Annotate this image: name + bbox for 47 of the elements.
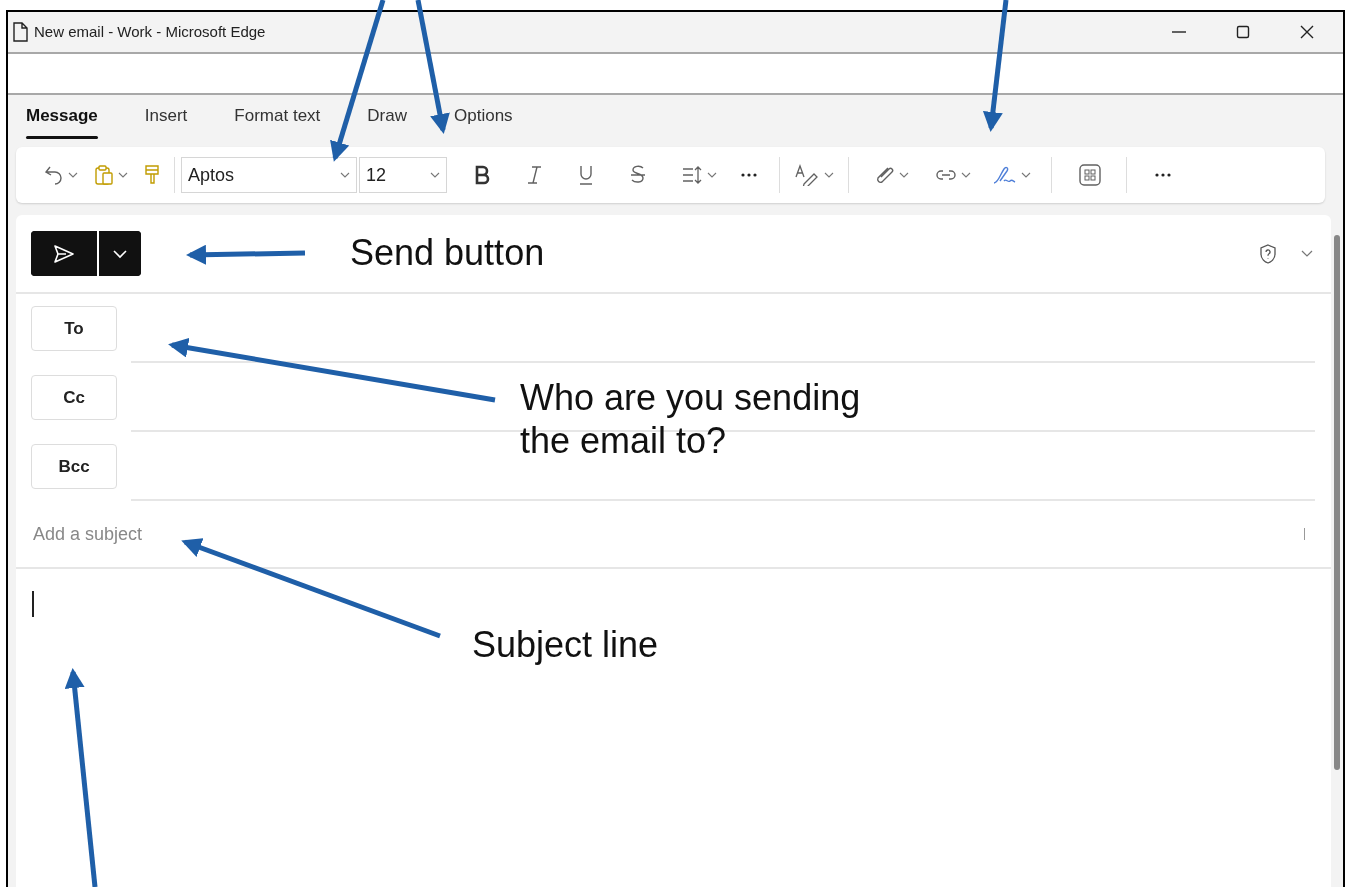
chevron-down-icon: [68, 171, 78, 179]
text-cursor: [32, 591, 34, 617]
recipient-button[interactable]: Cc: [31, 375, 117, 420]
text-effects-icon: [794, 164, 820, 186]
ribbon-tab[interactable]: Format text: [226, 99, 329, 139]
callout-text: Send button: [350, 231, 545, 275]
recipient-button[interactable]: To: [31, 306, 117, 351]
window-title: New email - Work - Microsoft Edge: [34, 21, 266, 42]
paste-icon: [94, 164, 114, 186]
recipient-button[interactable]: Bcc: [31, 444, 117, 489]
apps-icon: [1078, 164, 1102, 186]
chevron-down-icon: [1021, 171, 1031, 179]
callout-text: Subject line: [472, 623, 659, 667]
format-painter-icon: [144, 164, 160, 186]
chevron-down-icon: [707, 171, 717, 179]
send-icon: [53, 243, 75, 264]
callout-text: Who are you sending the email to?: [520, 376, 862, 463]
shield-icon[interactable]: [1259, 243, 1277, 264]
minimize-icon: [1172, 31, 1186, 33]
chevron-down-icon: [824, 171, 834, 179]
font-size-field[interactable]: 12: [359, 157, 447, 193]
page-icon: [12, 22, 28, 42]
text-cursor: [1304, 528, 1305, 540]
font-name-field[interactable]: Aptos: [181, 157, 357, 193]
chevron-down-icon: [961, 171, 971, 179]
chevron-down-icon[interactable]: [1301, 249, 1313, 258]
undo-icon: [44, 164, 64, 186]
ribbon-tab[interactable]: Insert: [136, 99, 196, 139]
chevron-down-icon: [430, 171, 440, 179]
line-spacing-icon: [681, 164, 703, 186]
maximize-icon: [1235, 24, 1251, 40]
send-options-button[interactable]: [97, 231, 141, 276]
chevron-down-icon: [112, 248, 128, 259]
close-icon: [1299, 24, 1315, 40]
signature-pen-icon: [991, 164, 1017, 186]
italic-icon: [525, 164, 543, 186]
ribbon-tab[interactable]: Options: [446, 99, 521, 139]
chevron-down-icon: [899, 171, 909, 179]
chevron-down-icon: [118, 171, 128, 179]
more-icon: [1155, 173, 1171, 177]
underline-icon: [577, 164, 595, 186]
bold-icon: [473, 164, 491, 186]
ribbon-tab[interactable]: Message: [18, 99, 106, 139]
chevron-down-icon: [340, 171, 350, 179]
ribbon-tab[interactable]: Draw: [359, 99, 415, 139]
more-icon: [741, 173, 757, 177]
strikethrough-icon: [629, 164, 647, 186]
